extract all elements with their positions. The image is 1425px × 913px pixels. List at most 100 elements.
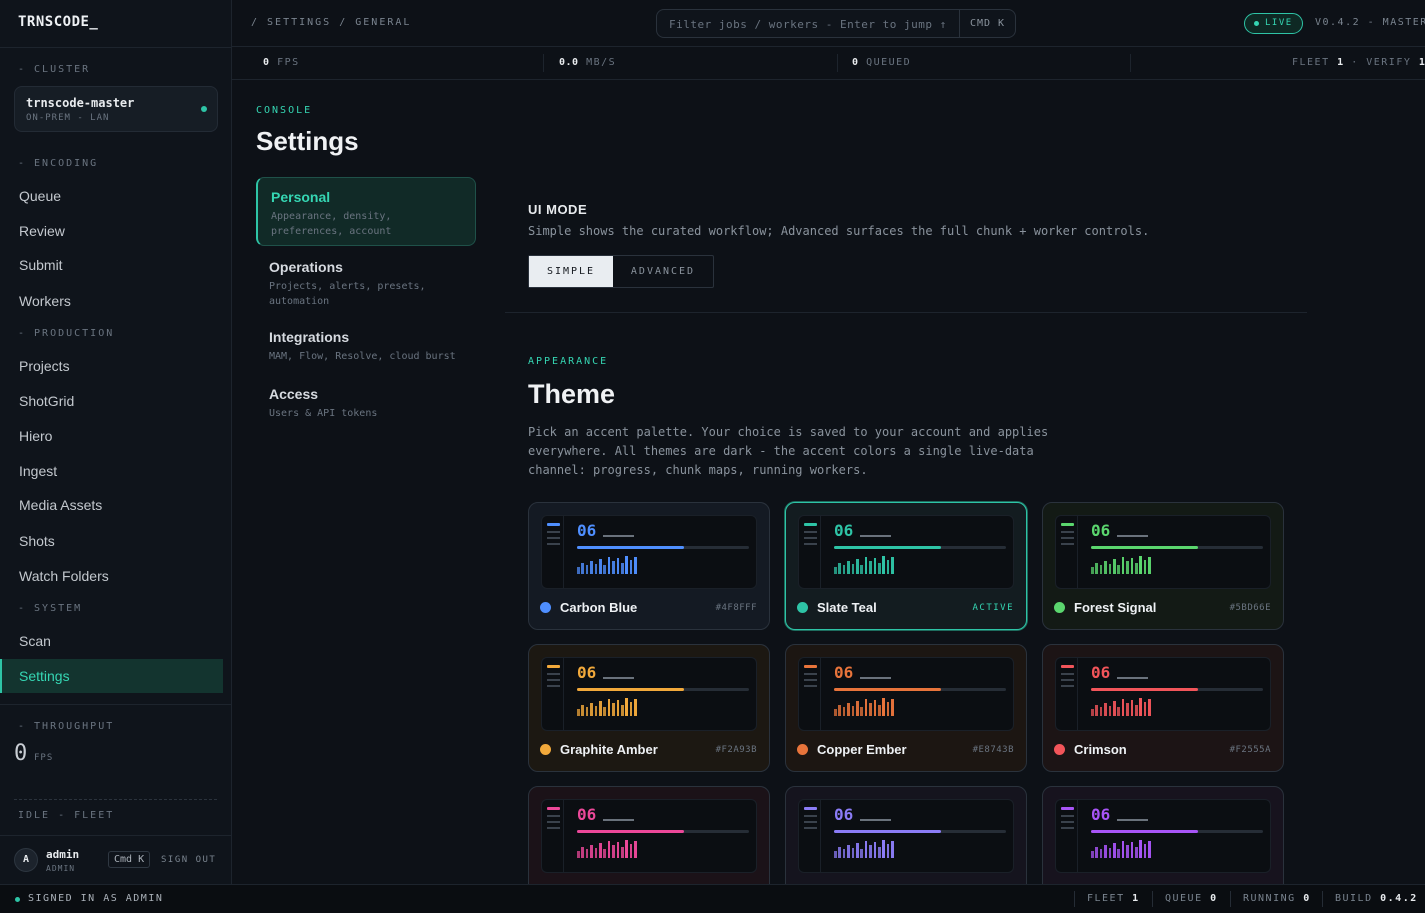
sidebar-item-media-assets[interactable]: Media Assets xyxy=(0,488,223,522)
sidebar-item-projects[interactable]: Projects xyxy=(0,349,223,383)
ui-mode-advanced-button[interactable]: ADVANCED xyxy=(613,256,713,287)
sign-out-button[interactable]: SIGN OUT xyxy=(161,855,216,865)
settings-nav-personal[interactable]: Personal Appearance, density, preference… xyxy=(256,177,476,246)
sidebar-item-scan[interactable]: Scan xyxy=(0,624,223,658)
preview-bar xyxy=(1148,556,1151,574)
preview-bar xyxy=(882,840,885,858)
preview-dash xyxy=(603,535,634,537)
app-logo[interactable]: TRNSCODE_ xyxy=(18,14,98,30)
settings-nav-operations[interactable]: Operations Projects, alerts, presets, au… xyxy=(256,248,476,320)
preview-bar xyxy=(603,849,606,858)
sidebar-item-queue[interactable]: Queue xyxy=(0,179,223,213)
theme-description: Pick an accent palette. Your choice is s… xyxy=(528,425,1049,477)
sidebar-item-shotgrid[interactable]: ShotGrid xyxy=(0,384,223,418)
preview-line xyxy=(547,673,560,675)
preview-number: 06 xyxy=(577,805,597,824)
preview-progress xyxy=(577,546,749,549)
preview-line xyxy=(1061,685,1074,687)
throughput-value: 0 xyxy=(14,741,28,766)
preview-bar xyxy=(577,708,580,716)
sidebar-item-ingest[interactable]: Ingest xyxy=(0,454,223,488)
preview-bar xyxy=(834,708,837,716)
command-palette-shortcut[interactable]: Cmd K xyxy=(108,851,151,868)
theme-card-carbon-blue[interactable]: 06 Carbon Blue #4F8FFF xyxy=(528,502,770,630)
theme-card-crimson[interactable]: 06 Crimson #F2555A xyxy=(1042,644,1284,772)
search-input[interactable]: Filter jobs / workers - Enter to jump ↑ … xyxy=(656,9,1016,38)
preview-bar xyxy=(612,845,615,858)
preview-bar xyxy=(590,844,593,858)
preview-dash xyxy=(1117,677,1148,679)
avatar[interactable]: A xyxy=(14,848,38,872)
sidebar-item-submit[interactable]: Submit xyxy=(0,248,223,282)
preview-bar xyxy=(842,707,846,716)
preview-bar xyxy=(1099,707,1103,716)
preview-bar xyxy=(634,556,637,574)
theme-hex: #E8743B xyxy=(972,745,1014,755)
preview-sidebar xyxy=(799,800,821,872)
sidebar-item-review[interactable]: Review xyxy=(0,214,223,248)
preview-dash xyxy=(1117,819,1148,821)
sidebar-item-shots[interactable]: Shots xyxy=(0,524,223,558)
ui-mode-simple-button[interactable]: SIMPLE xyxy=(529,256,613,287)
preview-bar xyxy=(1126,703,1129,716)
sidebar-item-watch-folders[interactable]: Watch Folders xyxy=(0,559,223,593)
preview-bar xyxy=(603,707,606,716)
preview-bar xyxy=(1139,556,1142,574)
throughput-label: - THROUGHPUT xyxy=(18,721,115,732)
sidebar-item-workers[interactable]: Workers xyxy=(0,284,223,318)
preview-progress-fill xyxy=(577,830,684,833)
settings-nav-access[interactable]: Access Users & API tokens xyxy=(256,375,476,432)
settings-nav-title: Access xyxy=(269,386,319,402)
preview-bar xyxy=(581,705,584,716)
theme-card-copper-ember[interactable]: 06 Copper Ember #E8743B xyxy=(785,644,1027,772)
preview-bar xyxy=(1135,847,1138,858)
preview-line xyxy=(547,821,560,823)
preview-progress xyxy=(1091,688,1263,691)
preview-bar xyxy=(847,844,850,858)
ui-mode-toggle: SIMPLE ADVANCED xyxy=(528,255,714,288)
preview-line xyxy=(804,537,817,539)
stat-fps: 0 FPS xyxy=(263,57,300,68)
preview-dash xyxy=(603,819,634,821)
preview-chunk-map xyxy=(577,698,641,716)
preview-progress-fill xyxy=(834,688,941,691)
preview-bar xyxy=(864,698,868,716)
breadcrumb[interactable]: / SETTINGS / GENERAL xyxy=(251,17,411,28)
search-shortcut: CMD K xyxy=(959,10,1015,37)
preview-bar xyxy=(864,556,868,574)
preview-line xyxy=(1061,537,1074,539)
theme-active-badge: ACTIVE xyxy=(972,603,1014,613)
sidebar-item-settings[interactable]: Settings xyxy=(0,659,223,693)
theme-title: Theme xyxy=(528,379,616,409)
preview-number: 06 xyxy=(834,521,854,540)
preview-line xyxy=(547,685,560,687)
preview-chunk-map xyxy=(577,556,641,574)
preview-bar xyxy=(886,843,890,858)
preview-bar xyxy=(856,558,859,574)
theme-card-slate-teal[interactable]: 06 Slate Teal ACTIVE xyxy=(785,502,1027,630)
theme-name: Carbon Blue xyxy=(560,600,638,615)
cluster-selector[interactable]: trnscode-master ON-PREM - LAN xyxy=(14,86,218,132)
preview-bar xyxy=(1139,698,1142,716)
preview-bar xyxy=(1148,840,1151,858)
preview-chunk-map xyxy=(834,556,898,574)
preview-number: 06 xyxy=(834,663,854,682)
preview-progress-fill xyxy=(1091,546,1198,549)
preview-bar xyxy=(1108,706,1112,716)
sidebar-item-hiero[interactable]: Hiero xyxy=(0,419,223,453)
ui-mode-description: Simple shows the curated workflow; Advan… xyxy=(528,224,1150,238)
theme-card-forest-signal[interactable]: 06 Forest Signal #5BD66E xyxy=(1042,502,1284,630)
preview-bar xyxy=(1117,565,1120,574)
preview-bar xyxy=(834,566,837,574)
footer-divider xyxy=(1074,891,1075,907)
preview-dash xyxy=(860,819,891,821)
preview-dash xyxy=(860,535,891,537)
preview-accent xyxy=(1061,807,1074,810)
user-name: admin xyxy=(46,848,80,861)
preview-line xyxy=(1061,821,1074,823)
preview-dash xyxy=(1117,535,1148,537)
theme-card-graphite-amber[interactable]: 06 Graphite Amber #F2A93B xyxy=(528,644,770,772)
theme-hex: #4F8FFF xyxy=(715,603,757,613)
settings-nav-integrations[interactable]: Integrations MAM, Flow, Resolve, cloud b… xyxy=(256,318,476,375)
footer-divider xyxy=(1230,891,1231,907)
